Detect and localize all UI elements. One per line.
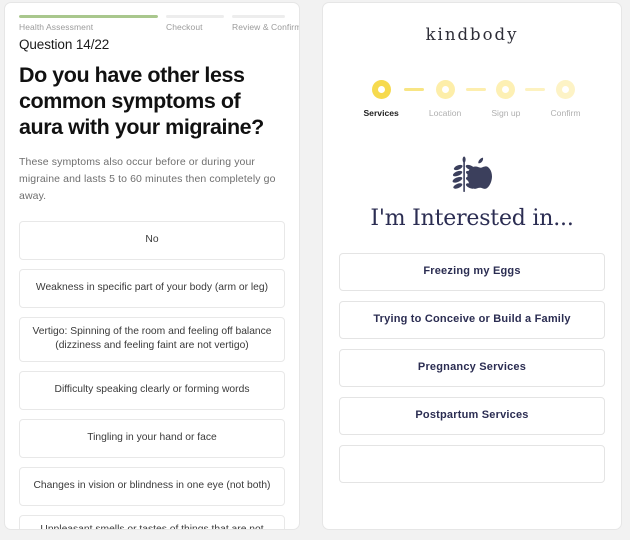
service-option[interactable]: Postpartum Services [339, 397, 605, 435]
stepper-connector [403, 88, 424, 91]
step-dot-icon [371, 80, 391, 99]
stepper-connector [525, 88, 546, 91]
answer-option-list: No Weakness in specific part of your bod… [19, 220, 285, 529]
kindbody-panel: kindbody Services Location Sign up Confi… [322, 2, 622, 530]
answer-option[interactable]: No [19, 220, 285, 260]
step-dot-icon [556, 80, 576, 99]
progress-segment-checkout [166, 15, 224, 18]
screenshot-stage: Health Assessment Checkout Review & Conf… [0, 0, 630, 540]
stepper-step-confirm[interactable]: Confirm [550, 80, 581, 118]
service-option-list: Freezing my Eggs Trying to Conceive or B… [339, 253, 605, 483]
stepper-step-location[interactable]: Location [428, 80, 462, 118]
stepper-label: Confirm [550, 108, 581, 118]
answer-option[interactable]: Unpleasant smells or tastes of things th… [19, 514, 285, 529]
step-label-review-confirm[interactable]: Review & Confirm [232, 22, 299, 32]
health-assessment-panel: Health Assessment Checkout Review & Conf… [4, 2, 300, 530]
kindbody-logo-wordmark: kindbody [425, 25, 519, 44]
step-label-checkout[interactable]: Checkout [166, 22, 224, 32]
answer-option[interactable]: Changes in vision or blindness in one ey… [19, 466, 285, 506]
service-option[interactable]: Pregnancy Services [339, 349, 605, 387]
service-option[interactable]: Freezing my Eggs [339, 253, 605, 291]
question-counter: Question 14/22 [19, 37, 110, 52]
answer-option[interactable]: Vertigo: Spinning of the room and feelin… [19, 316, 285, 362]
question-description: These symptoms also occur before or duri… [19, 155, 276, 202]
progress-step-labels: Health Assessment Checkout Review & Conf… [19, 22, 299, 32]
wheat-and-apple-icon [443, 156, 501, 198]
page-title: I'm Interested in... [370, 206, 574, 231]
progress-segment-review [232, 15, 285, 18]
step-label-health-assessment[interactable]: Health Assessment [19, 22, 158, 32]
stepper-label: Location [428, 108, 462, 118]
stepper-label: Sign up [491, 108, 521, 118]
step-dot-icon [435, 80, 455, 99]
answer-option[interactable]: Difficulty speaking clearly or forming w… [19, 370, 285, 410]
signup-stepper: Services Location Sign up Confirm [363, 80, 581, 118]
progress-bar [19, 15, 285, 18]
step-dot-icon [496, 80, 516, 99]
service-option[interactable]: Trying to Conceive or Build a Family [339, 301, 605, 339]
answer-option[interactable]: Tingling in your hand or face [19, 418, 285, 458]
stepper-label: Services [363, 108, 399, 118]
stepper-step-services[interactable]: Services [363, 80, 399, 118]
question-title: Do you have other less common symptoms o… [19, 63, 264, 140]
service-option[interactable] [339, 445, 605, 483]
progress-segment-health-assessment [19, 15, 158, 18]
stepper-step-signup[interactable]: Sign up [491, 80, 520, 118]
stepper-connector [466, 88, 487, 91]
answer-option[interactable]: Weakness in specific part of your body (… [19, 268, 285, 308]
